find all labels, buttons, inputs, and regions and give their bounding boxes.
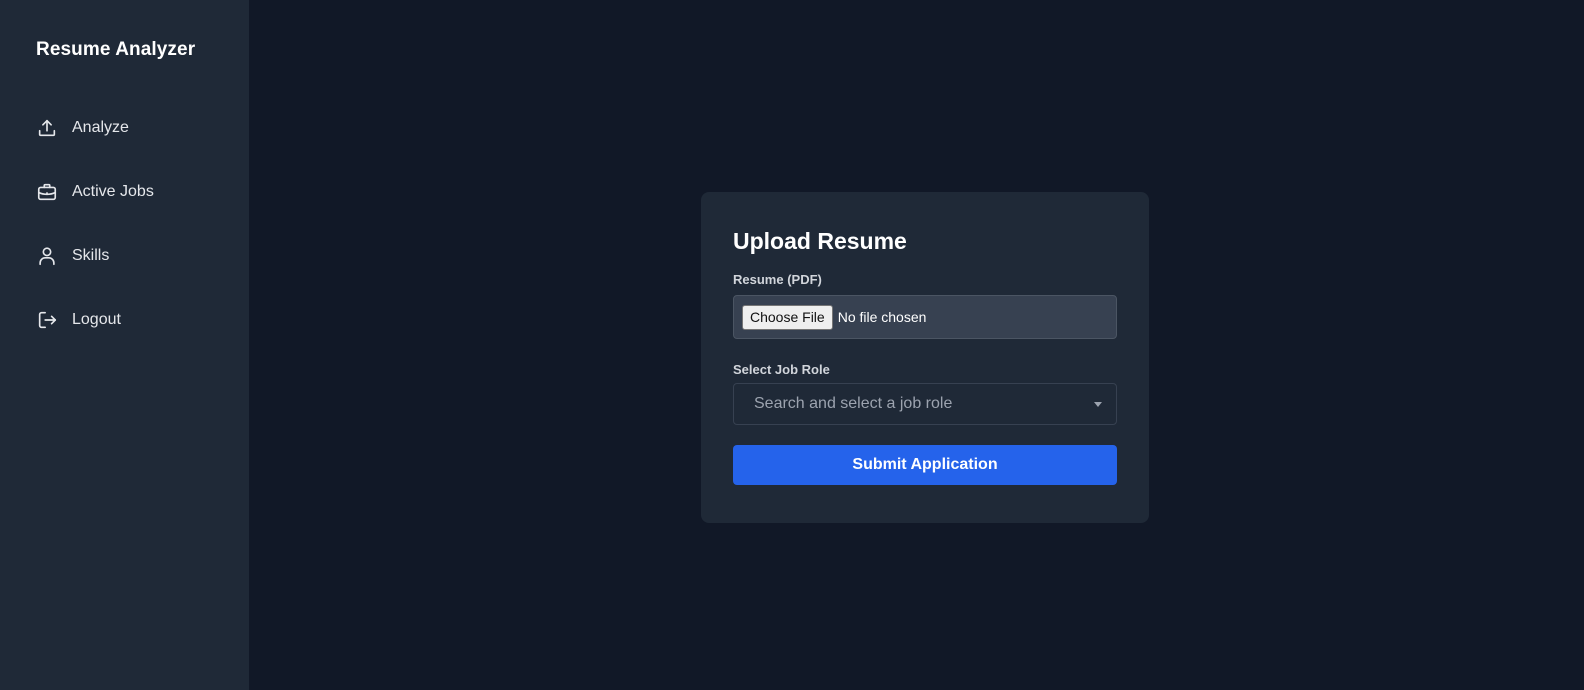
sidebar-item-label: Active Jobs xyxy=(72,183,154,200)
job-role-label: Select Job Role xyxy=(733,362,830,377)
main-content: Upload Resume Resume (PDF) Choose File N… xyxy=(249,0,1584,690)
choose-file-button[interactable]: Choose File xyxy=(742,304,833,330)
sidebar-item-label: Logout xyxy=(72,311,121,328)
sidebar-item-label: Analyze xyxy=(72,119,129,136)
sidebar-item-label: Skills xyxy=(72,247,110,264)
job-role-select[interactable]: Search and select a job role xyxy=(733,383,1117,425)
logout-icon xyxy=(36,309,58,331)
resume-file-input[interactable]: Choose File No file chosen xyxy=(733,295,1117,339)
sidebar-item-analyze[interactable]: Analyze xyxy=(0,108,249,148)
file-status-text: No file chosen xyxy=(837,309,927,325)
sidebar-item-skills[interactable]: Skills xyxy=(0,236,249,276)
job-role-placeholder: Search and select a job role xyxy=(754,395,953,412)
app-title: Resume Analyzer xyxy=(36,39,196,60)
user-icon xyxy=(36,245,58,267)
upload-card: Upload Resume Resume (PDF) Choose File N… xyxy=(701,192,1149,523)
card-title: Upload Resume xyxy=(733,228,907,254)
briefcase-icon xyxy=(36,181,58,203)
sidebar-item-logout[interactable]: Logout xyxy=(0,300,249,340)
chevron-down-icon xyxy=(1094,401,1102,407)
sidebar: Resume Analyzer Analyze Active Jobs Skil… xyxy=(0,0,249,690)
sidebar-item-active-jobs[interactable]: Active Jobs xyxy=(0,172,249,212)
sidebar-nav: Analyze Active Jobs Skills Logout xyxy=(0,108,249,340)
submit-application-button[interactable]: Submit Application xyxy=(733,445,1117,485)
upload-icon xyxy=(36,117,58,139)
resume-label: Resume (PDF) xyxy=(733,272,822,287)
app-root: Resume Analyzer Analyze Active Jobs Skil… xyxy=(0,0,1584,690)
